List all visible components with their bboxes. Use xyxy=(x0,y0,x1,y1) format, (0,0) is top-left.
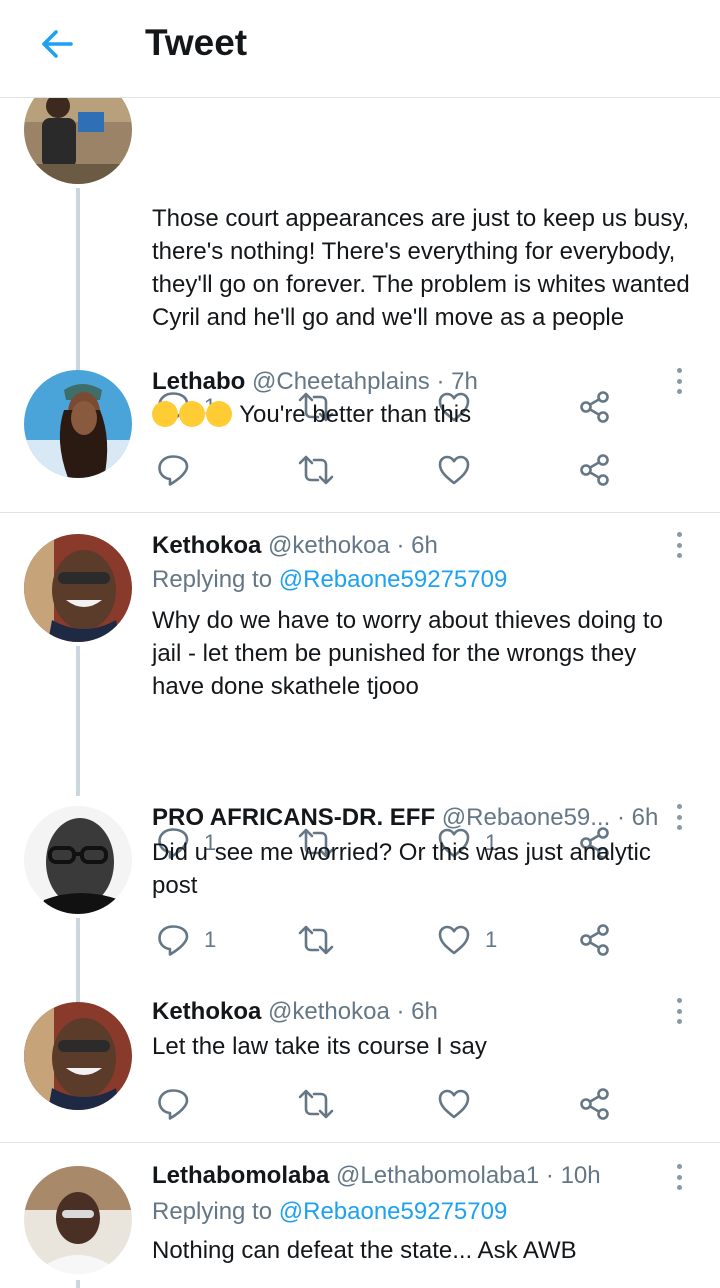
back-button[interactable] xyxy=(30,20,82,68)
divider xyxy=(0,512,720,513)
avatar[interactable] xyxy=(24,806,132,914)
display-name[interactable]: Kethokoa xyxy=(152,998,261,1025)
tweet-text: Nothing can defeat the state... Ask AWB xyxy=(152,1237,577,1264)
tweet-text: Let the law take its course I say xyxy=(152,1033,487,1060)
reply-feed[interactable]: Those court appearances are just to keep… xyxy=(0,98,720,1288)
top-app-bar: Tweet xyxy=(0,0,720,98)
reply-icon xyxy=(158,455,189,486)
like-icon xyxy=(438,925,470,955)
retweet-button[interactable] xyxy=(297,1082,335,1126)
tweet-actions: 1 1 xyxy=(0,918,720,962)
replying-to-line: Replying to @Rebaone59275709 xyxy=(152,566,507,594)
thread-line xyxy=(76,1280,80,1288)
more-icon xyxy=(676,998,682,1003)
reply-count: 1 xyxy=(204,927,217,952)
reply-icon xyxy=(158,925,189,956)
tweet-item[interactable]: Lethabomolaba @Lethabomolaba1 · 10h Repl… xyxy=(0,1160,720,1288)
share-button[interactable] xyxy=(578,448,612,492)
separator-dot: · xyxy=(396,532,405,559)
more-options-button[interactable] xyxy=(664,994,694,1028)
divider xyxy=(0,1142,720,1143)
user-handle[interactable]: @kethokoa xyxy=(268,532,390,559)
tweet-header: Kethokoa @kethokoa · 6h xyxy=(152,998,438,1026)
reply-button[interactable]: 1 xyxy=(156,918,216,962)
replying-to-label: Replying to xyxy=(152,566,273,593)
share-icon xyxy=(580,454,609,486)
more-options-button[interactable] xyxy=(664,800,694,834)
reply-button[interactable] xyxy=(156,1082,204,1126)
separator-dot: · xyxy=(545,1162,554,1189)
tweet-header: PRO AFRICANS-DR. EFF @Rebaone59... · 6h xyxy=(152,804,658,832)
tweet-header: Lethabomolaba @Lethabomolaba1 · 10h xyxy=(152,1162,601,1190)
timestamp: 6h xyxy=(411,998,438,1025)
like-button[interactable] xyxy=(437,448,485,492)
retweet-button[interactable] xyxy=(297,448,335,492)
replying-to-label: Replying to xyxy=(152,1198,273,1225)
retweet-icon xyxy=(298,455,334,485)
more-options-button[interactable] xyxy=(664,1160,694,1194)
more-icon xyxy=(676,368,682,373)
share-button[interactable] xyxy=(578,1082,612,1126)
timestamp: 10h xyxy=(560,1162,601,1189)
back-arrow-icon xyxy=(42,30,73,58)
user-handle[interactable]: @Lethabomolaba1 xyxy=(336,1162,539,1189)
replying-to-line: Replying to @Rebaone59275709 xyxy=(152,1198,507,1226)
mention-link[interactable]: @Rebaone59275709 xyxy=(279,566,508,593)
like-icon xyxy=(438,1089,470,1119)
more-options-button[interactable] xyxy=(664,364,694,398)
user-handle[interactable]: @Rebaone59... xyxy=(442,804,610,831)
tweet-text: Why do we have to worry about thieves do… xyxy=(152,607,663,700)
separator-dot: · xyxy=(616,804,625,831)
display-name[interactable]: Kethokoa xyxy=(152,532,261,559)
timestamp: 7h xyxy=(451,368,478,395)
separator-dot: · xyxy=(436,368,445,395)
reply-icon xyxy=(158,1089,189,1120)
like-count: 1 xyxy=(485,927,498,952)
rolling-laughing-emoji xyxy=(152,401,178,427)
thread-line xyxy=(76,646,80,796)
display-name[interactable]: Lethabo xyxy=(152,368,245,395)
tweet-text: You're better than this xyxy=(152,398,692,431)
page-title: Tweet xyxy=(145,22,248,63)
reply-button[interactable] xyxy=(156,448,204,492)
tweet-item[interactable]: Lethabo @Cheetahplains · 7h You're bette… xyxy=(0,364,720,508)
mention-link[interactable]: @Rebaone59275709 xyxy=(279,1198,508,1225)
tweet-actions xyxy=(0,448,720,492)
like-button[interactable]: 1 xyxy=(437,918,497,962)
rolling-laughing-emoji xyxy=(179,401,205,427)
tweet-header: Lethabo @Cheetahplains · 7h xyxy=(152,368,478,396)
tweet-text: Did u see me worried? Or this was just a… xyxy=(152,839,651,899)
avatar[interactable] xyxy=(24,534,132,642)
retweet-button[interactable] xyxy=(297,918,335,962)
user-handle[interactable]: @Cheetahplains xyxy=(252,368,430,395)
share-icon xyxy=(580,1088,609,1120)
more-icon xyxy=(676,804,682,809)
retweet-icon xyxy=(298,925,334,955)
rolling-laughing-emoji xyxy=(206,401,232,427)
user-handle[interactable]: @kethokoa xyxy=(268,998,390,1025)
like-icon xyxy=(438,455,470,485)
tweet-actions xyxy=(0,1082,720,1126)
avatar[interactable] xyxy=(24,98,132,184)
more-icon xyxy=(676,1164,682,1169)
tweet-header: Kethokoa @kethokoa · 6h xyxy=(152,532,438,560)
timestamp: 6h xyxy=(411,532,438,559)
tweet-item[interactable]: Kethokoa @kethokoa · 6h Replying to @Reb… xyxy=(0,528,720,796)
more-icon xyxy=(676,532,682,537)
like-button[interactable] xyxy=(437,1082,485,1126)
retweet-icon xyxy=(298,1089,334,1119)
avatar[interactable] xyxy=(24,1166,132,1274)
share-button[interactable] xyxy=(578,918,612,962)
display-name[interactable]: PRO AFRICANS-DR. EFF xyxy=(152,804,435,831)
separator-dot: · xyxy=(396,998,405,1025)
more-options-button[interactable] xyxy=(664,528,694,562)
tweet-text: Those court appearances are just to keep… xyxy=(152,205,690,331)
timestamp: 6h xyxy=(631,804,659,831)
display-name[interactable]: Lethabomolaba xyxy=(152,1162,329,1189)
tweet-text-body: You're better than this xyxy=(239,401,472,428)
share-icon xyxy=(580,924,609,956)
